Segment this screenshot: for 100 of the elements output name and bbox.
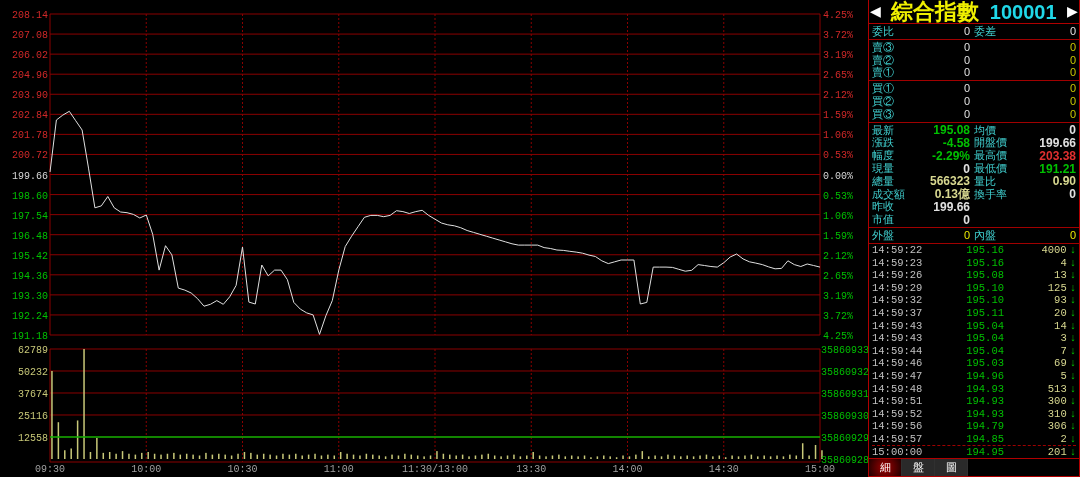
volume-bar: [519, 456, 522, 459]
axis-label: 2.65%: [823, 70, 853, 82]
axis-label: 1.59%: [823, 110, 853, 122]
panel-tab[interactable]: 盤: [902, 459, 935, 476]
order-label: 買②: [872, 96, 895, 108]
axis-label: 3.19%: [823, 50, 853, 62]
tick-volume: 310: [1047, 408, 1067, 420]
order-volume: 0: [1069, 108, 1076, 120]
axis-label: 197.54: [12, 210, 48, 222]
tick-time: 15:00:00: [872, 447, 924, 458]
tick-price: 194.93: [965, 396, 1004, 407]
tick-time: 14:59:32: [872, 295, 924, 306]
down-arrow-icon: ↓: [1069, 345, 1076, 357]
time-label: 15:00: [805, 464, 835, 475]
stat-label: 內盤: [974, 230, 996, 242]
volume-bar: [230, 455, 233, 459]
tick-time: 14:59:23: [872, 257, 924, 269]
order-price: 0: [962, 83, 970, 95]
panel-tab[interactable]: 細: [869, 459, 902, 476]
stat-value: 0: [1069, 26, 1076, 38]
axis-label: 25116: [18, 411, 48, 422]
down-arrow-icon: ↓: [1069, 282, 1076, 294]
volume-bar: [166, 453, 169, 459]
volume-bar: [474, 455, 477, 459]
order-volume: 0: [1069, 96, 1076, 108]
volume-bar: [397, 455, 400, 459]
tick-time: 14:59:47: [872, 370, 924, 382]
index-name: 綜合指數: [891, 0, 980, 23]
volume-bar: [179, 454, 182, 459]
volume-bar: [782, 456, 785, 459]
volume-bar: [211, 454, 214, 459]
volume-bar: [487, 453, 490, 459]
volume-bar: [384, 456, 387, 459]
tick-volume: 13: [1054, 270, 1067, 281]
volume-bar: [795, 455, 798, 459]
stat-value: 566323: [929, 175, 970, 188]
tick-time: 14:59:43: [872, 333, 924, 344]
down-arrow-icon: ↓: [1069, 383, 1076, 395]
stat-label: 昨收: [872, 201, 895, 213]
down-arrow-icon: ↓: [1069, 320, 1076, 332]
volume-bar: [718, 455, 721, 459]
volume-bar: [256, 454, 259, 459]
order-price: 0: [962, 54, 970, 66]
stat-value: 203.38: [1039, 149, 1076, 162]
axis-label: 192.24: [12, 310, 48, 322]
volume-bar: [461, 454, 464, 459]
volume-bar: [538, 455, 541, 459]
axis-label: 35860928: [821, 455, 868, 466]
stat-value: 0: [1069, 230, 1076, 242]
axis-label: 4.25%: [823, 10, 853, 21]
axis-label: 4.25%: [823, 331, 853, 342]
tick-price: 195.11: [965, 307, 1004, 319]
tick-time: 14:59:26: [872, 270, 924, 281]
volume-bar: [769, 456, 772, 459]
order-label: 賣①: [872, 67, 895, 79]
time-label: 14:00: [612, 464, 643, 475]
order-label: 買①: [872, 83, 895, 95]
order-volume: 0: [1069, 54, 1076, 66]
tick-time: 14:59:43: [872, 320, 924, 332]
axis-label: 2.12%: [823, 90, 853, 102]
tick-volume: 14: [1054, 320, 1067, 332]
volume-bar: [705, 454, 708, 459]
tick-price: 194.93: [965, 383, 1004, 395]
down-arrow-icon: ↓: [1069, 333, 1076, 344]
down-arrow-icon: ↓: [1069, 433, 1076, 445]
volume-bar: [442, 453, 445, 459]
stat-value: 199.66: [1039, 136, 1076, 149]
down-arrow-icon: ↓: [1069, 370, 1076, 382]
axis-label: 35860930: [821, 411, 868, 422]
stat-label: 總量: [872, 175, 895, 187]
tick-time: 14:59:48: [872, 383, 924, 395]
axis-label: 12558: [18, 433, 48, 444]
tick-time: 14:59:52: [872, 408, 924, 420]
stat-label: 漲跌: [872, 137, 895, 149]
down-arrow-icon: ↓: [1069, 396, 1076, 407]
volume-bar: [275, 455, 278, 459]
panel-tab[interactable]: 圖: [935, 459, 968, 476]
axis-label: 207.08: [12, 30, 48, 42]
volume-bar: [243, 452, 246, 459]
axis-label: 35860931: [821, 389, 868, 400]
stat-label: 幅度: [872, 150, 895, 162]
stat-value: 0: [1069, 124, 1076, 137]
volume-bar: [570, 455, 573, 459]
next-arrow: ▶: [1066, 2, 1078, 22]
volume-bar: [410, 454, 413, 459]
tick-volume: 2: [1060, 433, 1067, 445]
axis-label: 50232: [18, 367, 48, 378]
time-label: 10:30: [227, 464, 258, 475]
axis-label: 0.00%: [823, 170, 853, 182]
stat-label: 開盤價: [974, 137, 1007, 149]
down-arrow-icon: ↓: [1069, 447, 1076, 458]
volume-bar: [198, 455, 201, 459]
stat-value: 199.66: [933, 200, 970, 213]
down-arrow-icon: ↓: [1069, 245, 1076, 256]
axis-label: 35860933: [821, 345, 868, 356]
stat-label: 委比: [872, 26, 895, 38]
volume-bar: [352, 454, 355, 459]
order-label: 賣③: [872, 41, 895, 53]
stat-value: -4.58: [942, 136, 970, 149]
down-arrow-icon: ↓: [1069, 408, 1076, 420]
